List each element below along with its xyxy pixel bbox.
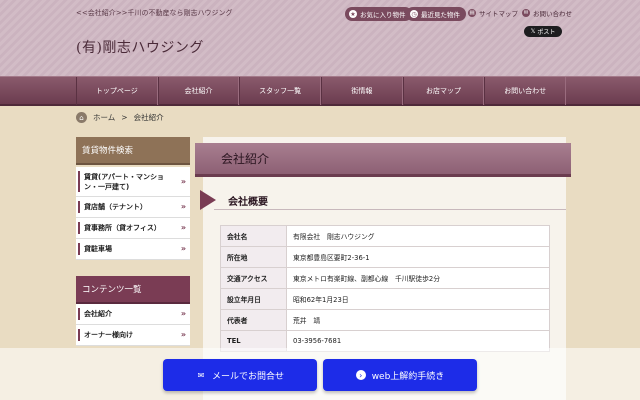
- sidebar-item-label: 貸店舗（テナント）: [84, 203, 147, 211]
- sitemap-label: サイトマップ: [479, 10, 518, 18]
- site-logo[interactable]: (有)剛志ハウジング: [76, 37, 204, 57]
- sidebar-item-label: 貸駐車場: [84, 245, 112, 253]
- row-label: 代表者: [220, 309, 287, 331]
- chevron-right-icon: »: [180, 309, 186, 318]
- sidebar-item-company[interactable]: 会社紹介 »: [76, 304, 190, 325]
- arrow-circle-icon: ›: [355, 370, 366, 380]
- mail-inquiry-button[interactable]: ✉ メールでお問合せ: [163, 359, 317, 391]
- row-value: 荒井 靖: [286, 309, 550, 331]
- mail-icon: ✉: [522, 9, 530, 17]
- nav-item-staff[interactable]: スタッフ一覧: [239, 77, 322, 105]
- recent-button[interactable]: ◷ 最近見た物件: [406, 7, 466, 21]
- star-icon: ★: [349, 10, 357, 18]
- chevron-right-icon: »: [180, 176, 186, 186]
- chevron-right-icon: »: [180, 244, 186, 253]
- chevron-right-icon: »: [180, 223, 186, 232]
- row-label: 所在地: [220, 246, 287, 268]
- row-value: 東京メトロ有楽町線、副都心線 千川駅徒歩2分: [286, 267, 550, 289]
- breadcrumb-current: 会社紹介: [133, 113, 164, 122]
- nav-item-town[interactable]: 街情報: [321, 77, 403, 105]
- favorites-label: お気に入り物件: [360, 11, 406, 19]
- envelope-icon: ✉: [197, 370, 205, 380]
- sidebar-content-list: 会社紹介 » オーナー様向け »: [76, 304, 190, 346]
- breadcrumb-home[interactable]: ホーム: [93, 112, 115, 123]
- sitemap-icon: ▤: [468, 9, 476, 17]
- table-row: 代表者 荒井 靖: [220, 309, 550, 331]
- chevron-right-icon: »: [180, 330, 186, 339]
- sidebar-item-parking[interactable]: 貸駐車場 »: [76, 239, 190, 260]
- web-cancel-label: web上解約手続き: [371, 371, 445, 382]
- site-tagline: <<会社紹介>>千川の不動産なら剛志ハウジング: [76, 9, 233, 17]
- row-label: 会社名: [220, 225, 287, 247]
- sidebar-item-label: 貸事務所（貸オフィス）: [84, 224, 161, 232]
- nav-item-map[interactable]: お店マップ: [402, 77, 485, 105]
- nav-item-contact[interactable]: お問い合わせ: [484, 77, 567, 105]
- section-divider: [214, 209, 566, 210]
- sidebar-content-heading: コンテンツ一覧: [76, 276, 190, 304]
- breadcrumb: ⌂ ホーム > 会社紹介: [76, 112, 164, 123]
- table-row: 交通アクセス 東京メトロ有楽町線、副都心線 千川駅徒歩2分: [220, 267, 550, 289]
- sidebar-item-label: 会社紹介: [84, 310, 112, 318]
- web-cancel-button[interactable]: › web上解約手続き: [323, 359, 477, 391]
- table-row: 設立年月日 昭和62年1月23日: [220, 288, 550, 310]
- sidebar-item-owner[interactable]: オーナー様向け »: [76, 325, 190, 346]
- company-info-table: 会社名 有限会社 剛志ハウジング 所在地 東京都豊島区要町2-36-1 交通アク…: [220, 225, 550, 352]
- row-label: 交通アクセス: [220, 267, 287, 289]
- cta-overlay: [0, 348, 640, 400]
- site-header: <<会社紹介>>千川の不動産なら剛志ハウジング (有)剛志ハウジング ★ お気に…: [0, 0, 640, 76]
- favorites-button[interactable]: ★ お気に入り物件: [345, 7, 412, 21]
- chevron-right-icon: »: [180, 202, 186, 211]
- sitemap-link[interactable]: ▤ サイトマップ: [468, 8, 518, 18]
- table-row: 所在地 東京都豊島区要町2-36-1: [220, 246, 550, 268]
- table-row: 会社名 有限会社 剛志ハウジング: [220, 225, 550, 247]
- row-value: 昭和62年1月23日: [286, 288, 550, 310]
- x-post-button[interactable]: 𝕏 ポスト: [524, 26, 562, 37]
- home-icon[interactable]: ⌂: [76, 112, 87, 123]
- nav-item-top[interactable]: トップページ: [76, 77, 158, 105]
- page-title: 会社紹介: [195, 143, 571, 177]
- contact-link[interactable]: ✉ お問い合わせ: [522, 8, 572, 18]
- row-value: 有限会社 剛志ハウジング: [286, 225, 550, 247]
- nav-item-company[interactable]: 会社紹介: [157, 77, 240, 105]
- recent-label: 最近見た物件: [421, 11, 460, 19]
- sidebar-search-heading: 賃貸物件検索: [76, 137, 190, 165]
- global-nav: トップページ 会社紹介 スタッフ一覧 街情報 お店マップ お問い合わせ: [0, 76, 640, 106]
- breadcrumb-separator: >: [121, 113, 128, 122]
- x-icon: 𝕏: [530, 28, 536, 35]
- clock-icon: ◷: [410, 10, 418, 18]
- row-label: 設立年月日: [220, 288, 287, 310]
- contact-label: お問い合わせ: [533, 10, 572, 18]
- sidebar-search-list: 賃貸(アパート・マンション・一戸建て) » 貸店舗（テナント） » 貸事務所（貸…: [76, 167, 190, 260]
- mail-inquiry-label: メールでお問合せ: [211, 371, 284, 382]
- sidebar-item-store[interactable]: 貸店舗（テナント） »: [76, 197, 190, 218]
- row-value: 東京都豊島区要町2-36-1: [286, 246, 550, 268]
- sidebar-item-label: オーナー様向け: [84, 331, 133, 339]
- post-label: ポスト: [537, 29, 556, 36]
- sidebar-item-office[interactable]: 貸事務所（貸オフィス） »: [76, 218, 190, 239]
- sidebar-item-apartment[interactable]: 賃貸(アパート・マンション・一戸建て) »: [76, 167, 190, 197]
- sidebar-item-label: 賃貸(アパート・マンション・一戸建て): [84, 172, 165, 191]
